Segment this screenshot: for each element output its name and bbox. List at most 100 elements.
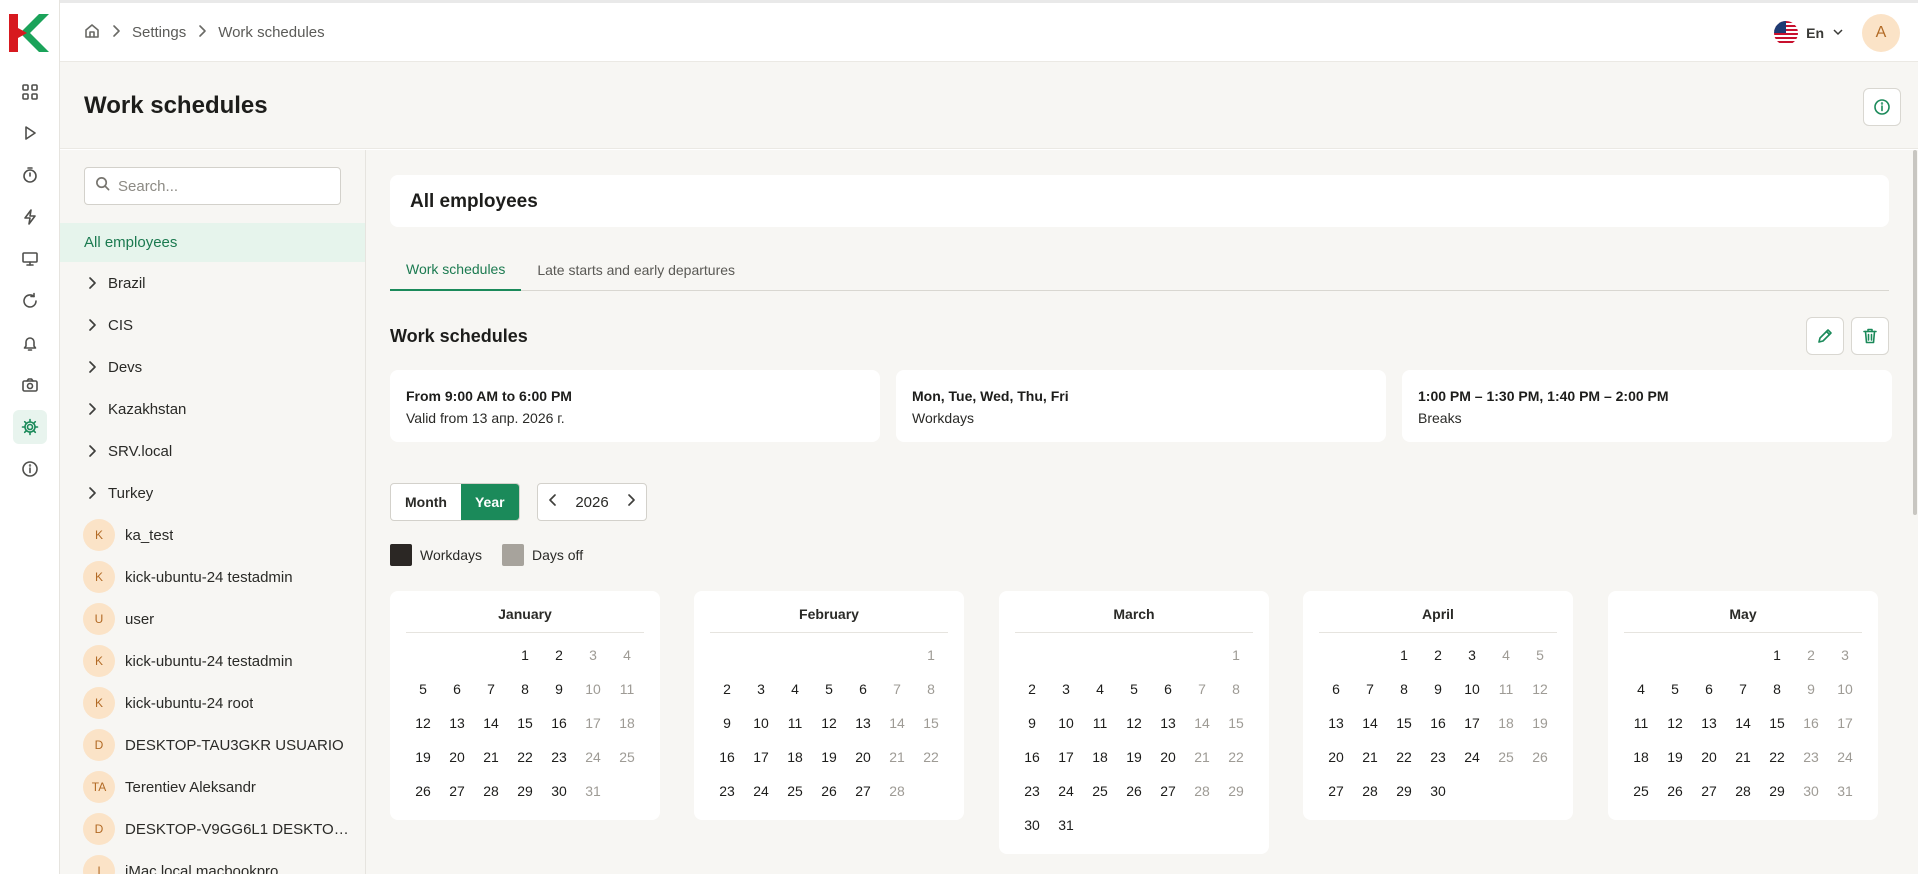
tree-group-kazakhstan[interactable]: Kazakhstan xyxy=(60,388,365,430)
calendar-day-off[interactable]: 1 xyxy=(1219,638,1253,672)
calendar-day-off[interactable]: 31 xyxy=(1828,774,1862,808)
calendar-workday[interactable]: 9 xyxy=(542,672,576,706)
calendar-workday[interactable]: 13 xyxy=(846,706,880,740)
tree-user-item[interactable]: Kkick-ubuntu-24 root xyxy=(60,682,365,724)
calendar-workday[interactable]: 7 xyxy=(474,672,508,706)
tree-group-cis[interactable]: CIS xyxy=(60,304,365,346)
calendar-workday[interactable]: 5 xyxy=(1117,672,1151,706)
calendar-day-off[interactable]: 10 xyxy=(1828,672,1862,706)
calendar-day-off[interactable]: 21 xyxy=(1185,740,1219,774)
calendar-workday[interactable]: 9 xyxy=(710,706,744,740)
calendar-day-off[interactable]: 5 xyxy=(1523,638,1557,672)
edit-button[interactable] xyxy=(1806,317,1844,355)
calendar-workday[interactable]: 15 xyxy=(1387,706,1421,740)
calendar-workday[interactable]: 2 xyxy=(1421,638,1455,672)
calendar-day-off[interactable]: 16 xyxy=(1794,706,1828,740)
calendar-workday[interactable]: 9 xyxy=(1015,706,1049,740)
calendar-day-off[interactable]: 12 xyxy=(1523,672,1557,706)
calendar-workday[interactable]: 1 xyxy=(508,638,542,672)
calendar-day-off[interactable]: 23 xyxy=(1794,740,1828,774)
calendar-workday[interactable]: 29 xyxy=(508,774,542,808)
calendar-workday[interactable]: 30 xyxy=(1015,808,1049,842)
calendar-workday[interactable]: 22 xyxy=(1387,740,1421,774)
calendar-day-off[interactable]: 24 xyxy=(1828,740,1862,774)
calendar-workday[interactable]: 23 xyxy=(710,774,744,808)
calendar-workday[interactable]: 29 xyxy=(1387,774,1421,808)
calendar-workday[interactable]: 10 xyxy=(744,706,778,740)
calendar-workday[interactable]: 6 xyxy=(1692,672,1726,706)
calendar-workday[interactable]: 9 xyxy=(1421,672,1455,706)
calendar-workday[interactable]: 5 xyxy=(1658,672,1692,706)
calendar-day-off[interactable]: 14 xyxy=(880,706,914,740)
calendar-workday[interactable]: 18 xyxy=(1624,740,1658,774)
language-selector[interactable]: En xyxy=(1774,20,1844,45)
chevron-right-icon[interactable] xyxy=(84,359,100,375)
calendar-day-off[interactable]: 31 xyxy=(576,774,610,808)
play-icon[interactable] xyxy=(13,116,47,150)
calendar-workday[interactable]: 24 xyxy=(1049,774,1083,808)
calendar-workday[interactable]: 27 xyxy=(1151,774,1185,808)
calendar-workday[interactable]: 4 xyxy=(1083,672,1117,706)
calendar-workday[interactable]: 16 xyxy=(542,706,576,740)
tree-user-item[interactable]: Uuser xyxy=(60,598,365,640)
delete-button[interactable] xyxy=(1851,317,1889,355)
tab-work-schedules[interactable]: Work schedules xyxy=(390,248,522,291)
calendar-workday[interactable]: 10 xyxy=(1455,672,1489,706)
calendar-workday[interactable]: 8 xyxy=(508,672,542,706)
calendar-workday[interactable]: 25 xyxy=(1083,774,1117,808)
calendar-workday[interactable]: 12 xyxy=(406,706,440,740)
calendar-workday[interactable]: 16 xyxy=(1421,706,1455,740)
calendar-workday[interactable]: 16 xyxy=(710,740,744,774)
tree-group-devs[interactable]: Devs xyxy=(60,346,365,388)
calendar-workday[interactable]: 16 xyxy=(1015,740,1049,774)
calendar-workday[interactable]: 2 xyxy=(1015,672,1049,706)
calendar-workday[interactable]: 22 xyxy=(1760,740,1794,774)
calendar-day-off[interactable]: 3 xyxy=(576,638,610,672)
info-button[interactable] xyxy=(1863,88,1901,126)
calendar-workday[interactable]: 11 xyxy=(1083,706,1117,740)
calendar-day-off[interactable]: 18 xyxy=(610,706,644,740)
calendar-workday[interactable]: 24 xyxy=(1455,740,1489,774)
info-icon[interactable] xyxy=(13,452,47,486)
chevron-right-icon[interactable] xyxy=(84,275,100,291)
camera-icon[interactable] xyxy=(13,368,47,402)
calendar-workday[interactable]: 3 xyxy=(1049,672,1083,706)
tree-user-item[interactable]: D DESKTOP-TAU3GKR USUARIO xyxy=(60,724,365,766)
calendar-workday[interactable]: 4 xyxy=(778,672,812,706)
stopwatch-icon[interactable] xyxy=(13,158,47,192)
tree-group-brazil[interactable]: Brazil xyxy=(60,262,365,304)
scrollbar[interactable] xyxy=(1912,150,1918,874)
chevron-right-icon[interactable] xyxy=(84,443,100,459)
calendar-workday[interactable]: 17 xyxy=(1049,740,1083,774)
kaspersky-logo[interactable] xyxy=(9,14,49,52)
calendar-day-off[interactable]: 14 xyxy=(1185,706,1219,740)
calendar-workday[interactable]: 12 xyxy=(812,706,846,740)
calendar-day-off[interactable]: 28 xyxy=(1185,774,1219,808)
calendar-day-off[interactable]: 25 xyxy=(610,740,644,774)
calendar-workday[interactable]: 26 xyxy=(812,774,846,808)
calendar-workday[interactable]: 20 xyxy=(440,740,474,774)
chevron-right-icon[interactable] xyxy=(84,317,100,333)
tree-group-turkey[interactable]: Turkey xyxy=(60,472,365,514)
calendar-day-off[interactable]: 8 xyxy=(914,672,948,706)
settings-gear-icon[interactable] xyxy=(13,410,47,444)
calendar-workday[interactable]: 15 xyxy=(1760,706,1794,740)
calendar-workday[interactable]: 8 xyxy=(1760,672,1794,706)
calendar-day-off[interactable]: 26 xyxy=(1523,740,1557,774)
calendar-workday[interactable]: 21 xyxy=(1353,740,1387,774)
tree-user-item[interactable]: TA Terentiev Aleksandr xyxy=(60,766,365,808)
calendar-workday[interactable]: 28 xyxy=(1726,774,1760,808)
calendar-day-off[interactable]: 24 xyxy=(576,740,610,774)
calendar-workday[interactable]: 12 xyxy=(1117,706,1151,740)
tree-item-all-employees[interactable]: All employees xyxy=(60,223,365,262)
calendar-workday[interactable]: 8 xyxy=(1387,672,1421,706)
calendar-workday[interactable]: 25 xyxy=(778,774,812,808)
calendar-workday[interactable]: 26 xyxy=(1117,774,1151,808)
calendar-day-off[interactable]: 19 xyxy=(1523,706,1557,740)
calendar-day-off[interactable]: 7 xyxy=(1185,672,1219,706)
calendar-workday[interactable]: 27 xyxy=(1319,774,1353,808)
calendar-workday[interactable]: 5 xyxy=(406,672,440,706)
calendar-workday[interactable]: 28 xyxy=(1353,774,1387,808)
calendar-day-off[interactable]: 17 xyxy=(1828,706,1862,740)
dashboard-icon[interactable] xyxy=(13,75,47,109)
